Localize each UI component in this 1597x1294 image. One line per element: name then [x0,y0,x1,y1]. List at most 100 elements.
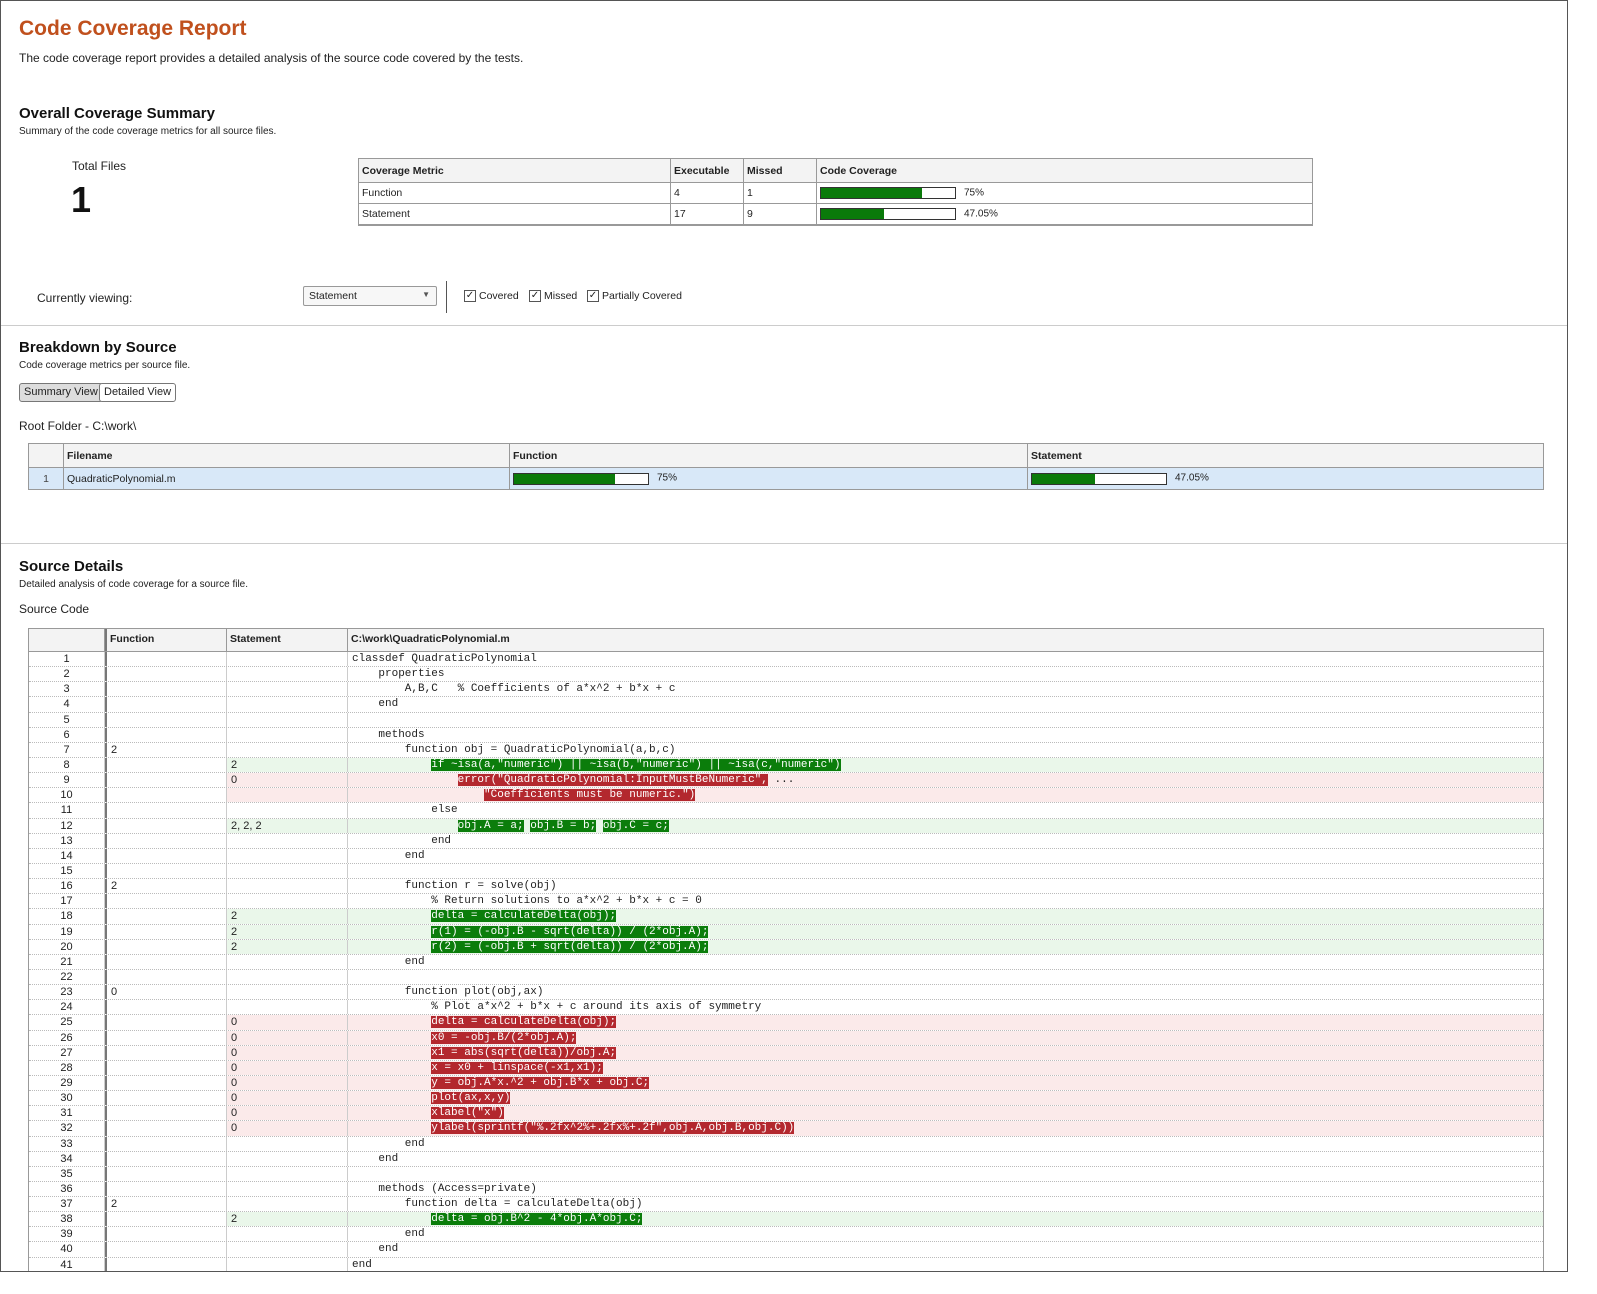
coverage-value: 75% [964,187,985,199]
coverage-progress-bar [820,207,956,220]
summary-view-button[interactable]: Summary View [19,383,103,402]
statement-count: 0 [227,1106,348,1121]
code-segment: function delta = calculateDelta(obj) [352,1198,643,1211]
line-number: 7 [29,742,105,757]
code-line: 15 [29,863,1543,880]
code-segment: error("QuadraticPolynomial:InputMustBeNu… [457,774,768,787]
detailed-view-button[interactable]: Detailed View [99,383,177,402]
line-number: 19 [29,924,105,939]
metric-missed: 1 [743,182,817,204]
function-count [105,939,227,954]
function-count [105,697,227,712]
code-line: 4 end [29,697,1543,713]
function-count [105,1060,227,1075]
function-count [105,1015,227,1030]
code-text: plot(ax,x,y) [348,1091,1543,1106]
breakdown-description: Code coverage metrics per source file. [19,360,191,371]
metric-executable: 17 [670,203,744,226]
col-coverage-metric[interactable]: Coverage Metric [358,158,671,183]
metric-row: Statement 17 9 47.05% [358,203,1313,226]
code-line: 33 end [29,1136,1543,1152]
code-segment: plot(ax,x,y) [431,1092,511,1105]
line-number: 32 [29,1121,105,1136]
line-number: 13 [29,833,105,848]
table-row[interactable]: 1 QuadraticPolynomial.m 75% 47.05% [28,467,1544,490]
statement-count [227,848,348,863]
code-text: end [348,834,1543,848]
col-function[interactable]: Function [509,443,1028,468]
code-text: end [348,955,1543,969]
source-code-header: Function Statement C:\work\QuadraticPoly… [29,629,1543,652]
code-line: 12 2, 2, 2 obj.A = a; obj.B = b; obj.C = … [29,818,1543,834]
function-count [105,1166,227,1181]
code-line: 38 2 delta = obj.B^2 - 4*obj.A*obj.C; [29,1212,1543,1228]
partially-covered-checkbox[interactable]: ✓ Partially Covered [587,290,682,302]
covered-checkbox[interactable]: ✓ Covered [464,290,519,302]
line-number: 25 [29,1015,105,1030]
col-function-count[interactable]: Function [105,629,227,651]
line-number: 26 [29,1030,105,1045]
code-segment: r(1) = (-obj.B - sqrt(delta)) / (2*obj.A… [431,925,709,938]
statement-count: 0 [227,1015,348,1030]
progress-fill [821,188,922,199]
statement-count [227,833,348,848]
metric-executable: 4 [670,182,744,204]
code-line: 9 0 error("QuadraticPolynomial:InputMustB… [29,773,1543,789]
line-number: 4 [29,697,105,712]
code-text: obj.A = a; obj.B = b; obj.C = c; [348,818,1543,833]
statement-count: 0 [227,773,348,788]
statement-count: 0 [227,1121,348,1136]
col-statement-count[interactable]: Statement [227,629,348,651]
code-segment: obj.C = c; [602,819,669,832]
code-line: 8 2 if ~isa(a,"numeric") || ~isa(b,"numer… [29,757,1543,774]
code-segment: function obj = QuadraticPolynomial(a,b,c… [352,743,676,756]
function-coverage-value: 75% [657,473,678,485]
metric-select[interactable]: Statement ▼ [303,286,437,306]
line-number: 30 [29,1091,105,1106]
col-executable[interactable]: Executable [670,158,744,183]
code-segment: end [352,1258,372,1271]
code-line: 2 properties [29,667,1543,683]
filename-cell[interactable]: QuadraticPolynomial.m [63,467,510,490]
code-text: end [348,1258,1543,1271]
missed-checkbox[interactable]: ✓ Missed [529,290,577,302]
code-segment: properties [352,668,445,681]
statement-coverage-value: 47.05% [1175,473,1209,485]
statement-count [227,969,348,985]
statement-count [227,1166,348,1181]
metric-coverage: 75% [816,182,1313,204]
progress-fill [514,473,615,484]
line-number: 18 [29,909,105,924]
statement-count [227,742,348,757]
statement-coverage-cell: 47.05% [1027,467,1544,490]
col-filename[interactable]: Filename [63,443,510,468]
function-count [105,682,227,697]
function-count: 2 [105,1197,227,1212]
function-count [105,894,227,909]
line-number: 1 [29,652,105,667]
code-text: function plot(obj,ax) [348,985,1543,999]
function-count [105,1181,227,1197]
line-number: 35 [29,1166,105,1181]
row-index: 1 [28,467,64,490]
line-number: 9 [29,773,105,788]
col-statement[interactable]: Statement [1027,443,1544,468]
code-text: end [348,697,1543,711]
statement-count [227,667,348,682]
partially-covered-checkbox-label: Partially Covered [602,290,682,302]
code-segment: "Coefficients must be numeric.") [484,789,696,802]
code-line: 37 2 function delta = calculateDelta(obj) [29,1197,1543,1213]
code-segment: end [352,955,425,968]
code-text: r(2) = (-obj.B + sqrt(delta)) / (2*obj.A… [348,939,1543,954]
col-missed[interactable]: Missed [743,158,817,183]
col-code-coverage[interactable]: Code Coverage [816,158,1313,183]
function-count [105,1000,227,1015]
code-line: 22 [29,969,1543,986]
